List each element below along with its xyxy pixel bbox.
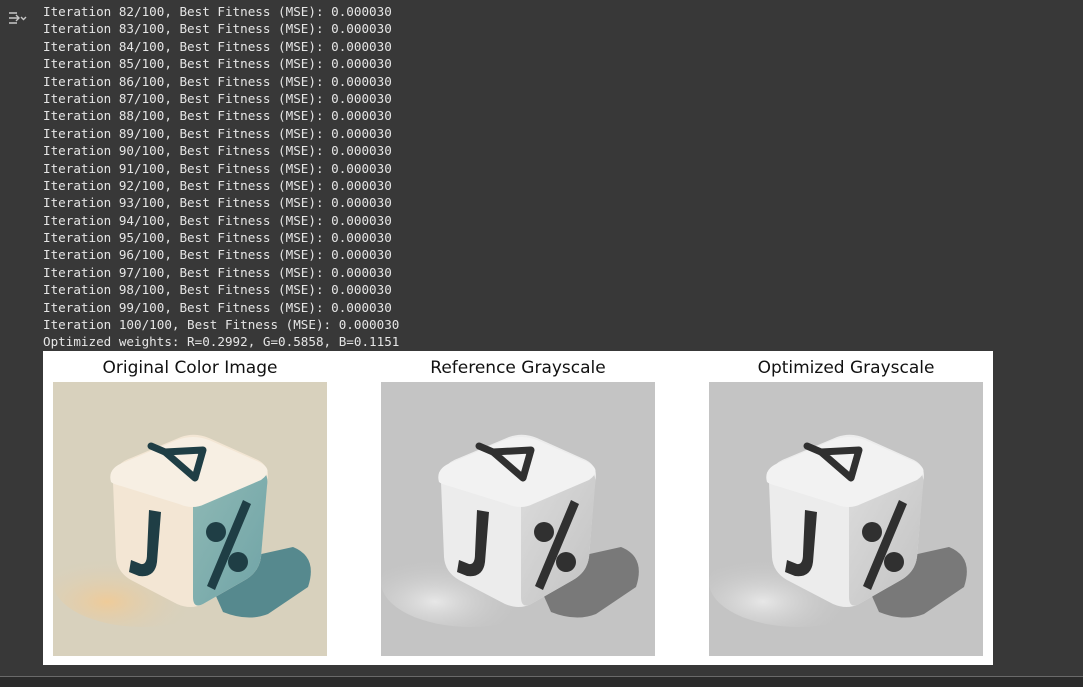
output-collapse-button[interactable] [6, 8, 28, 28]
log-line: Iteration 90/100, Best Fitness (MSE): 0.… [43, 143, 392, 159]
dice-image [709, 382, 983, 656]
log-line: Iteration 99/100, Best Fitness (MSE): 0.… [43, 299, 392, 315]
log-line: Iteration 83/100, Best Fitness (MSE): 0.… [43, 21, 392, 37]
optimized-weights-line: Optimized weights: R=0.2992, G=0.5858, B… [43, 334, 400, 350]
cell-footer [0, 677, 1083, 687]
matplotlib-figure: Original Color Image Reference Grayscale… [43, 351, 993, 665]
original-color-image [53, 382, 327, 656]
panel-title-reference: Reference Grayscale [430, 358, 606, 378]
dice-image [381, 382, 655, 656]
log-line: Iteration 100/100, Best Fitness (MSE): 0… [43, 317, 400, 333]
log-line: Iteration 89/100, Best Fitness (MSE): 0.… [43, 125, 392, 141]
log-line: Iteration 97/100, Best Fitness (MSE): 0.… [43, 264, 392, 280]
notebook-cell-output: Iteration 82/100, Best Fitness (MSE): 0.… [0, 0, 1083, 677]
log-line: Iteration 96/100, Best Fitness (MSE): 0.… [43, 247, 392, 263]
log-line: Iteration 87/100, Best Fitness (MSE): 0.… [43, 90, 392, 106]
optimized-grayscale-image [709, 382, 983, 656]
log-line: Iteration 91/100, Best Fitness (MSE): 0.… [43, 160, 392, 176]
output-log: Iteration 82/100, Best Fitness (MSE): 0.… [43, 3, 1073, 351]
log-line: Iteration 95/100, Best Fitness (MSE): 0.… [43, 230, 392, 246]
log-line: Iteration 93/100, Best Fitness (MSE): 0.… [43, 195, 392, 211]
log-line: Iteration 98/100, Best Fitness (MSE): 0.… [43, 282, 392, 298]
log-line: Iteration 84/100, Best Fitness (MSE): 0.… [43, 38, 392, 54]
log-line: Iteration 88/100, Best Fitness (MSE): 0.… [43, 108, 392, 124]
log-line: Iteration 85/100, Best Fitness (MSE): 0.… [43, 56, 392, 72]
log-line: Iteration 92/100, Best Fitness (MSE): 0.… [43, 177, 392, 193]
panel-title-optimized: Optimized Grayscale [757, 358, 935, 378]
log-line: Iteration 86/100, Best Fitness (MSE): 0.… [43, 73, 392, 89]
reference-grayscale-image [381, 382, 655, 656]
log-line: Iteration 94/100, Best Fitness (MSE): 0.… [43, 212, 392, 228]
panel-title-original: Original Color Image [102, 358, 278, 378]
output-collapse-icon [9, 12, 27, 24]
log-line: Iteration 82/100, Best Fitness (MSE): 0.… [43, 4, 392, 19]
dice-image [53, 382, 327, 656]
